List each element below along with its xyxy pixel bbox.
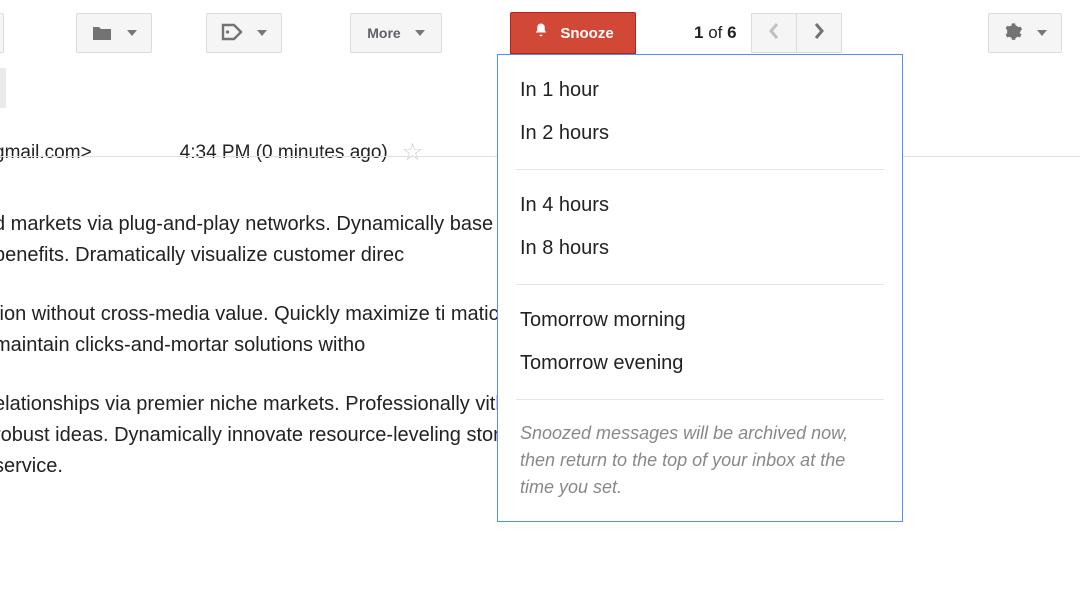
body-paragraph: d markets via plug-and-play networks. Dy… (0, 209, 554, 271)
snooze-option[interactable]: Tomorrow evening (498, 342, 902, 385)
pager-text: 1 of 6 (694, 23, 737, 43)
snooze-label: Snooze (560, 25, 613, 42)
subject-chip (0, 68, 6, 108)
body-paragraph: elationships via premier niche markets. … (0, 389, 554, 482)
label-icon (221, 23, 243, 44)
pager-current: 1 (694, 23, 703, 42)
gear-icon (1003, 22, 1023, 45)
pager: 1 of 6 (694, 13, 842, 53)
caret-icon (1037, 30, 1047, 36)
snooze-button[interactable]: Snooze (510, 12, 636, 54)
menu-separator (516, 284, 884, 285)
more-button[interactable]: More (350, 13, 442, 53)
bell-icon (532, 22, 550, 44)
message-body: d markets via plug-and-play networks. Dy… (0, 209, 554, 482)
snooze-option[interactable]: Tomorrow morning (498, 299, 902, 342)
snooze-note: Snoozed messages will be archived now, t… (498, 410, 902, 509)
pager-total: 6 (727, 23, 736, 42)
snooze-option[interactable]: In 1 hour (498, 69, 902, 112)
chevron-right-icon (812, 21, 826, 46)
snooze-menu: In 1 hour In 2 hours In 4 hours In 8 hou… (497, 54, 903, 522)
body-paragraph: tion without cross-media value. Quickly … (0, 299, 554, 361)
folder-icon (91, 24, 113, 42)
caret-icon (415, 30, 425, 36)
chevron-left-icon (767, 21, 781, 46)
menu-separator (516, 399, 884, 400)
star-icon[interactable]: ☆ (402, 138, 424, 167)
caret-icon (127, 30, 137, 36)
pager-of: of (708, 23, 722, 42)
more-label: More (367, 25, 400, 41)
message-timestamp: 4:34 PM (0 minutes ago) (180, 142, 388, 164)
snooze-option[interactable]: In 2 hours (498, 112, 902, 155)
next-button[interactable] (796, 13, 842, 53)
caret-icon (257, 30, 267, 36)
snooze-option[interactable]: In 8 hours (498, 227, 902, 270)
snooze-option[interactable]: In 4 hours (498, 184, 902, 227)
menu-separator (516, 169, 884, 170)
archive-button-cropped[interactable] (0, 13, 4, 53)
labels-button[interactable] (206, 13, 282, 53)
move-to-button[interactable] (76, 13, 152, 53)
settings-button[interactable] (988, 13, 1062, 53)
prev-button[interactable] (751, 13, 797, 53)
sender-address: gmail.com> (0, 142, 92, 164)
